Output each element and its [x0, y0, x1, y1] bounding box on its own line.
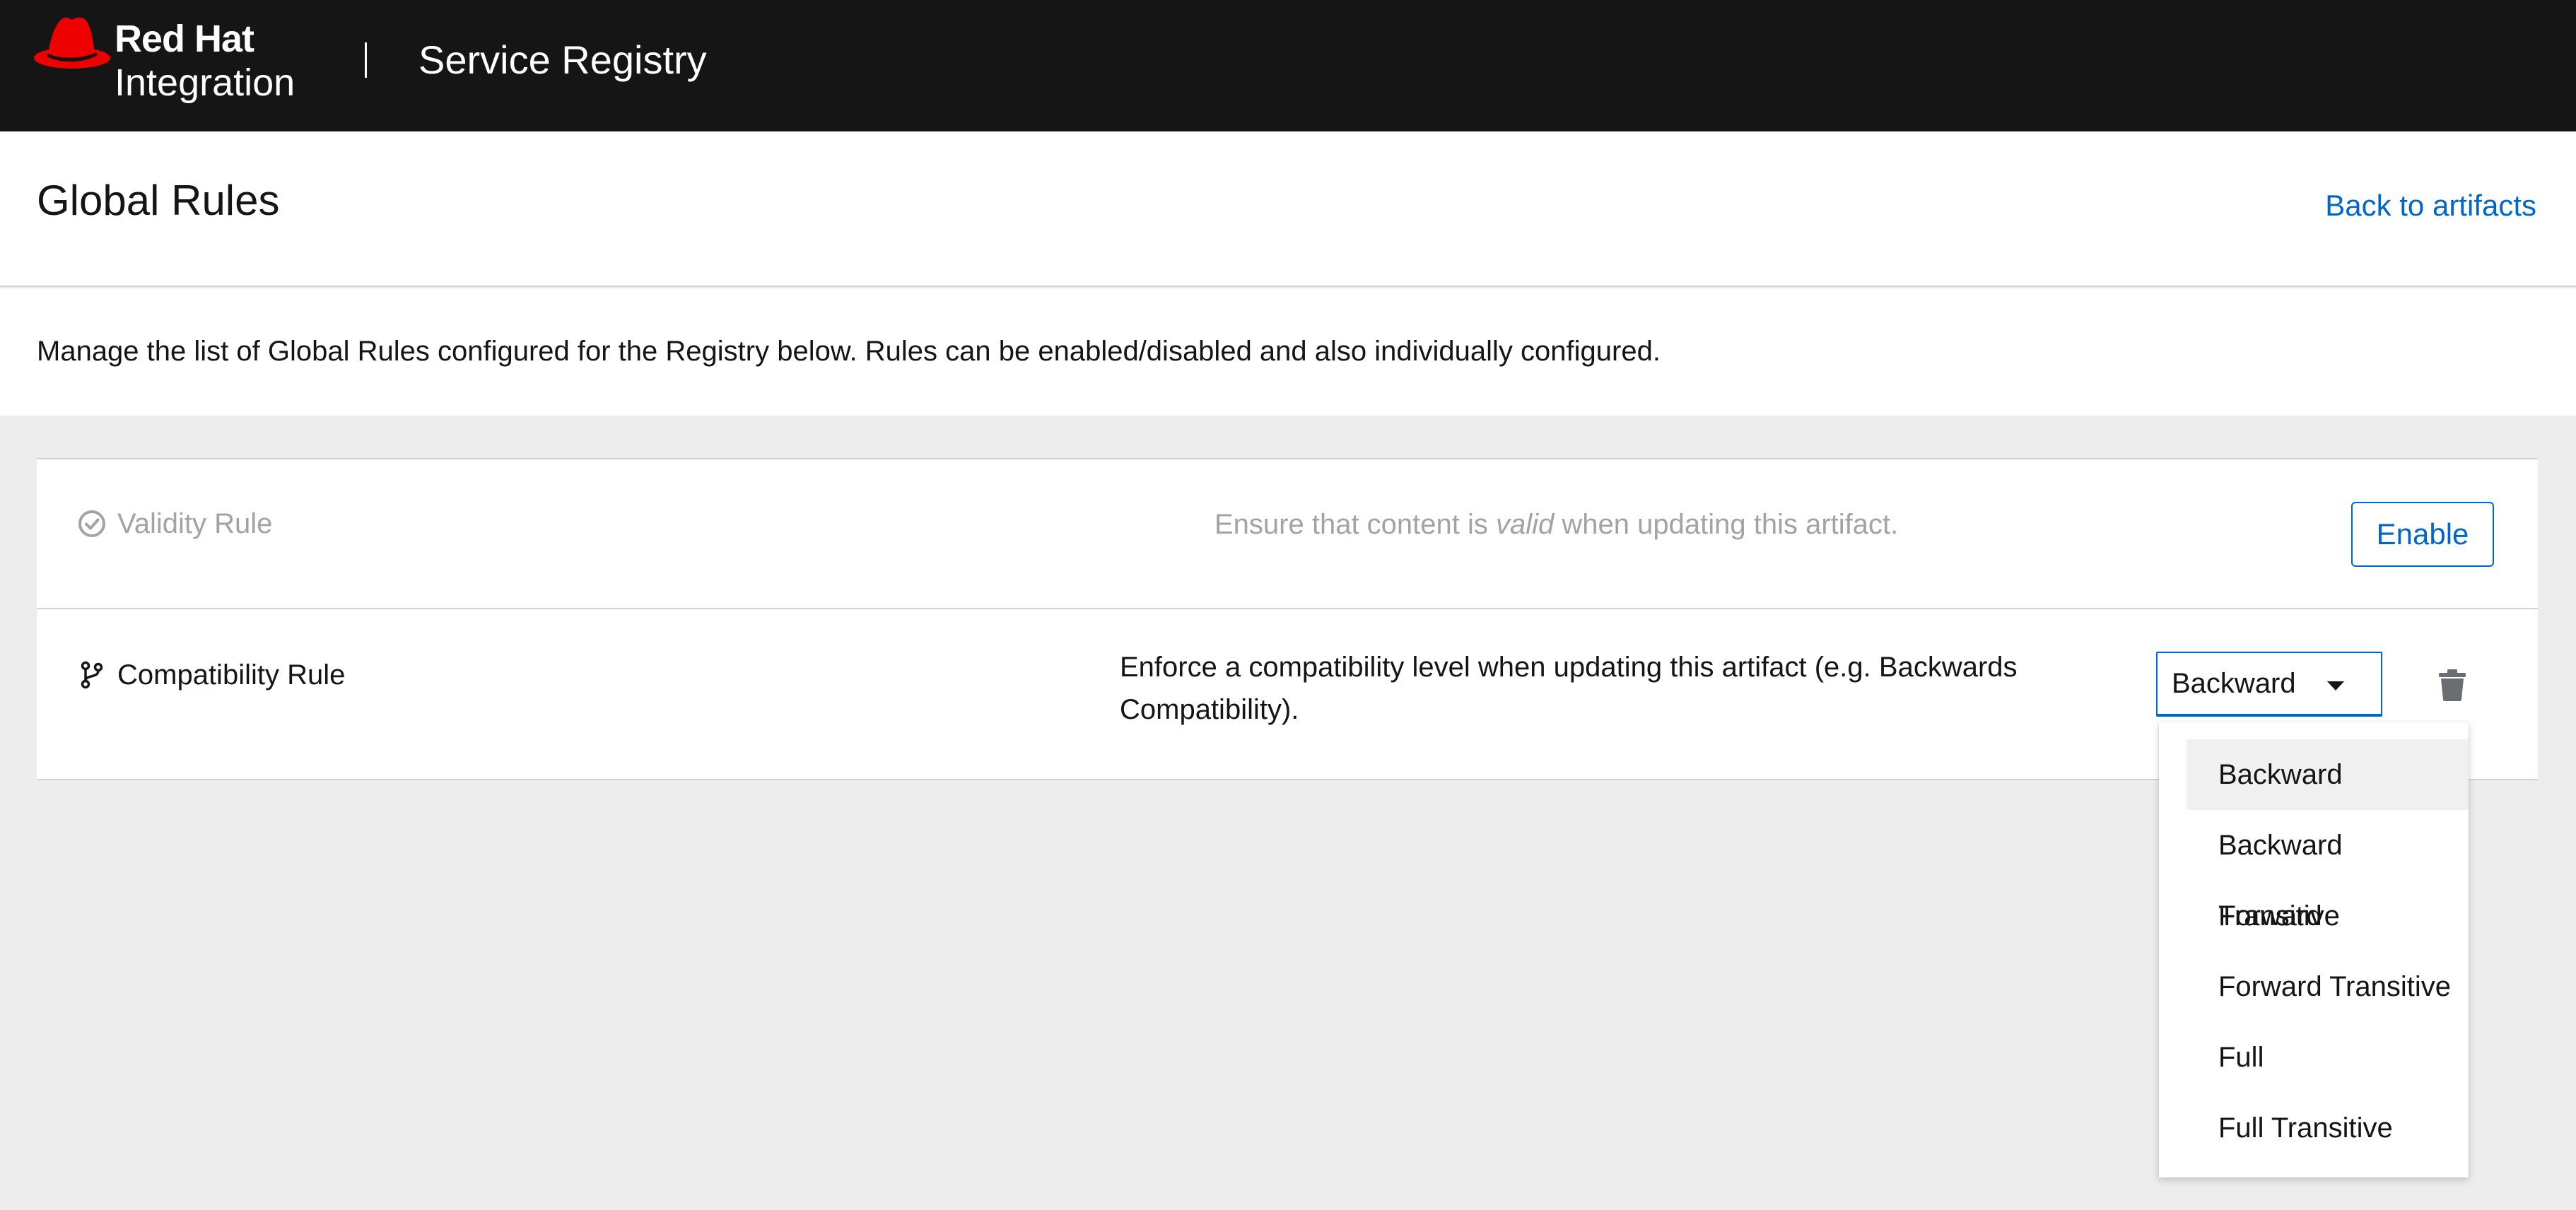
- page-header: Global Rules Back to artifacts: [0, 131, 2576, 287]
- back-to-artifacts-link[interactable]: Back to artifacts: [2325, 188, 2536, 223]
- page-title: Global Rules: [37, 177, 280, 224]
- brand-logo[interactable]: Red Hat Integration: [33, 14, 295, 102]
- description-section: Manage the list of Global Rules configur…: [0, 288, 2576, 416]
- dropdown-option-full[interactable]: Full: [2187, 1022, 2469, 1093]
- compatibility-rule-label: Compatibility Rule: [117, 659, 346, 691]
- check-circle-icon: [78, 510, 105, 537]
- compatibility-rule-name: Compatibility Rule: [78, 657, 345, 693]
- validity-rule-name: Validity Rule: [78, 506, 272, 541]
- dropdown-option-backward[interactable]: Backward: [2187, 739, 2469, 810]
- validity-rule-description: Ensure that content is valid when updati…: [1214, 503, 1898, 546]
- dropdown-option-backward-transitive[interactable]: Backward Transitive: [2187, 810, 2469, 932]
- rule-row-validity: Validity Rule Ensure that content is val…: [37, 459, 2538, 609]
- product-name: Service Registry: [418, 37, 707, 82]
- compatibility-rule-description: Enforce a compatibility level when updat…: [1120, 652, 2018, 725]
- code-branch-icon: [81, 661, 103, 689]
- brand-separator: [365, 42, 367, 78]
- validity-desc-emphasis: valid: [1496, 509, 1555, 540]
- page-description: Manage the list of Global Rules configur…: [37, 336, 1661, 367]
- validity-rule-label: Validity Rule: [117, 508, 273, 539]
- dropdown-option-forward-transitive[interactable]: Forward Transitive: [2187, 951, 2469, 1022]
- validity-desc-before: Ensure that content is: [1214, 509, 1497, 540]
- caret-down-icon: [2327, 681, 2344, 691]
- masthead: Red Hat Integration Service Registry: [0, 0, 2576, 131]
- red-hat-logo-icon: [34, 17, 110, 69]
- dropdown-option-full-transitive[interactable]: Full Transitive: [2187, 1093, 2469, 1163]
- compatibility-dropdown-menu: Backward Backward Transitive Forward Forwar…: [2159, 722, 2469, 1177]
- brand-subname: Integration: [115, 61, 295, 104]
- enable-validity-button[interactable]: Enable: [2351, 502, 2494, 567]
- compatibility-level-value: Backward: [2172, 668, 2296, 699]
- trash-icon[interactable]: [2437, 669, 2467, 701]
- validity-desc-after: when updating this artifact.: [1554, 509, 1899, 540]
- compatibility-level-select[interactable]: Backward: [2156, 652, 2382, 717]
- brand-name: Red Hat: [115, 18, 254, 60]
